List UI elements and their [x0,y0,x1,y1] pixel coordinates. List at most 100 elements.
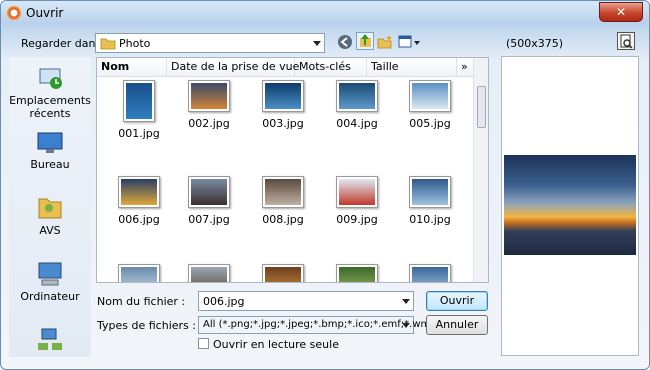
window-title: Ouvrir [26,6,64,20]
place-avs[interactable]: AVS [9,193,91,237]
column-label: Nom [101,60,130,73]
file-thumbnail [188,264,230,282]
file-name: 009.jpg [336,213,378,226]
place-desktop[interactable]: Bureau [9,131,91,171]
recent-places-icon [39,68,62,89]
chevron-down-icon [313,41,321,46]
file-thumbnail [262,176,304,208]
chevron-down-icon [402,323,410,328]
file-item[interactable]: 010.jpg [395,176,465,226]
network-icon [38,328,62,350]
file-name: 008.jpg [262,213,304,226]
back-arrow-icon [338,35,352,49]
close-button[interactable]: ✕ [599,2,643,22]
preview-icon [620,34,633,49]
column-label: Date de la prise de vue [171,60,300,73]
place-label: Emplacements récents [9,94,91,120]
file-thumbnail [336,80,378,112]
column-name[interactable]: Nom [97,58,167,76]
file-thumbnail [262,80,304,112]
place-computer[interactable]: Ordinateur [9,261,91,303]
computer-icon [38,262,62,286]
file-name: 004.jpg [336,117,378,130]
preview-size: (500x375) [506,37,564,50]
filename-value: 006.jpg [203,295,245,308]
file-item[interactable]: 001.jpg [104,80,174,140]
filetype-label: Types de fichiers : [97,319,196,332]
file-thumbnail [409,176,451,208]
views-menu-button[interactable] [398,34,422,52]
preview-pane [501,56,639,356]
column-label: Taille [371,60,399,73]
file-thumbnail [118,264,160,282]
file-item[interactable]: 007.jpg [174,176,244,226]
file-thumbnail [336,264,378,282]
place-recent[interactable]: Emplacements récents [9,65,91,120]
preview-toggle-button[interactable] [617,32,635,50]
file-item[interactable]: 006.jpg [104,176,174,226]
column-label: » [461,60,468,73]
open-button[interactable]: Ouvrir [426,291,488,311]
file-name: 005.jpg [409,117,451,130]
desktop-icon [37,132,63,153]
file-name: 002.jpg [188,117,230,130]
file-item[interactable]: 009.jpg [322,176,392,226]
file-thumbnail [409,264,451,282]
up-folder-button[interactable] [356,32,374,50]
file-item[interactable]: 004.jpg [322,80,392,130]
readonly-label: Ouvrir en lecture seule [213,338,339,351]
file-name: 001.jpg [118,127,160,140]
cancel-button[interactable]: Annuler [426,315,488,335]
folder-user-icon [38,198,62,219]
column-size[interactable]: Taille [367,58,457,76]
file-name: 003.jpg [262,117,304,130]
file-thumbnail [262,264,304,282]
column-label: Mots-clés [299,60,351,73]
place-label: AVS [39,224,61,237]
place-label: Bureau [30,158,70,171]
views-icon [398,35,420,48]
app-icon [7,6,21,20]
file-name: 007.jpg [188,213,230,226]
file-thumbnail [188,176,230,208]
place-network[interactable] [9,327,91,356]
file-name: 010.jpg [409,213,451,226]
title-bar[interactable]: Ouvrir ✕ [1,1,649,25]
file-item[interactable] [395,264,465,282]
file-thumbnail [118,176,160,208]
file-thumbnail [123,80,155,122]
new-folder-button[interactable] [377,34,395,52]
readonly-checkbox[interactable] [198,338,209,349]
filetype-select[interactable]: All (*.png;*.jpg;*.jpeg;*.bmp;*.ico;*.em… [198,316,438,334]
file-name: 006.jpg [118,213,160,226]
file-item[interactable]: 002.jpg [174,80,244,130]
file-item[interactable] [248,264,318,282]
look-in-combobox[interactable]: Photo [95,33,325,53]
back-button[interactable] [337,34,355,52]
open-dialog: Ouvrir ✕ Regarder dans : Photo (500x375) [0,0,650,370]
up-arrow-icon [360,34,371,47]
file-list[interactable]: Nom Date de la prise de vue Mots-clés Ta… [96,57,489,283]
look-in-value: Photo [119,37,151,50]
file-thumbnail [409,80,451,112]
filename-label: Nom du fichier : [97,295,186,308]
scroll-thumb[interactable] [477,86,486,128]
file-item[interactable] [174,264,244,282]
file-item[interactable] [322,264,392,282]
file-thumbnail [188,80,230,112]
file-item[interactable]: 005.jpg [395,80,465,130]
file-item[interactable]: 003.jpg [248,80,318,130]
column-date[interactable]: Date de la prise de vue [167,58,299,76]
new-folder-icon [377,35,392,49]
file-item[interactable]: 008.jpg [248,176,318,226]
chevron-down-icon [402,299,410,304]
preview-image [504,155,636,255]
folder-icon [100,38,116,50]
places-bar: Emplacements récents Bureau AVS Ordinate… [9,57,91,357]
place-label: Ordinateur [20,290,80,303]
filename-input[interactable]: 006.jpg [198,291,414,311]
file-thumbnail [336,176,378,208]
column-keywords[interactable]: Mots-clés [295,58,367,76]
vertical-scrollbar[interactable] [473,58,488,282]
file-item[interactable] [104,264,174,282]
